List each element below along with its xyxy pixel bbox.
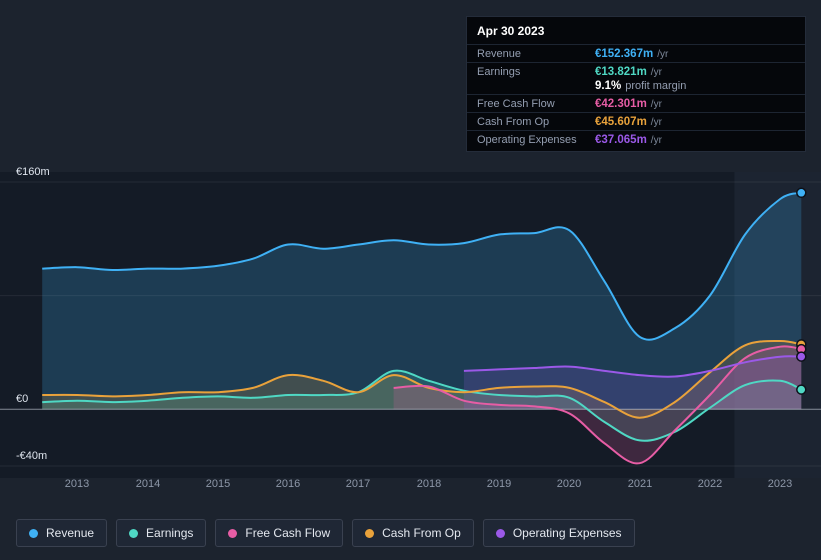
legend-dot <box>29 528 38 538</box>
x-axis-labels: 2013 2014 2015 2016 2017 2018 2019 2020 2021 2022… <box>0 478 821 498</box>
legend-label: Free Cash Flow <box>245 526 331 540</box>
legend-item-cash-from-op[interactable]: Cash From Op <box>352 519 474 547</box>
tooltip-label: Cash From Op <box>477 116 550 128</box>
x-axis-label: 2017 <box>345 478 371 490</box>
tooltip-row-operating-expenses: Operating Expenses €37.065m/yr <box>467 130 805 148</box>
legend-item-operating-expenses[interactable]: Operating Expenses <box>482 519 635 547</box>
legend-item-earnings[interactable]: Earnings <box>116 519 207 547</box>
tooltip-value: €45.607m/yr <box>595 116 662 128</box>
chart-tooltip: Apr 30 2023 Revenue €152.367m/yr Earnings €… <box>466 16 806 152</box>
x-axis-label: 2020 <box>556 478 582 490</box>
tooltip-value: €37.065m/yr <box>595 134 662 146</box>
tooltip-label: Revenue <box>477 48 522 60</box>
x-axis-label: 2016 <box>275 478 301 490</box>
x-axis-label: 2019 <box>486 478 512 490</box>
tooltip-value: €152.367m/yr <box>595 48 669 60</box>
x-axis-label: 2014 <box>135 478 161 490</box>
chart-canvas[interactable] <box>0 160 821 490</box>
chart-area: €160m €0 -€40m 2013 2014 2015 2016 2017 2018 201… <box>0 160 821 505</box>
legend-label: Revenue <box>46 526 95 540</box>
x-axis-label: 2021 <box>627 478 653 490</box>
tooltip-label: Free Cash Flow <box>477 98 555 110</box>
stock-financials-panel: €160m €0 -€40m 2013 2014 2015 2016 2017 2018 201… <box>0 0 821 560</box>
tooltip-row-earnings: Earnings €13.821m/yr <box>467 62 805 80</box>
legend-dot <box>365 528 375 538</box>
legend-item-revenue[interactable]: Revenue <box>16 519 108 547</box>
chart-legend: Revenue Earnings Free Cash Flow Cash From O… <box>16 519 635 547</box>
legend-dot <box>228 528 238 538</box>
tooltip-label: Earnings <box>477 66 521 78</box>
legend-label: Cash From Op <box>382 526 461 540</box>
legend-dot <box>495 528 505 538</box>
tooltip-rows: Revenue €152.367m/yr Earnings €13.821m/yr 9.… <box>467 45 805 148</box>
tooltip-profit-margin: 9.1% profit margin <box>595 80 687 92</box>
x-axis-label: 2018 <box>416 478 442 490</box>
x-axis-label: 2015 <box>205 478 231 490</box>
x-axis-label: 2022 <box>697 478 723 490</box>
x-axis-label: 2013 <box>64 478 90 490</box>
tooltip-date: Apr 30 2023 <box>467 17 805 45</box>
legend-label: Earnings <box>146 526 194 540</box>
legend-dot <box>129 528 139 538</box>
tooltip-row-revenue: Revenue €152.367m/yr <box>467 45 805 62</box>
x-axis-label: 2023 <box>767 478 793 490</box>
tooltip-row-cash-from-op: Cash From Op €45.607m/yr <box>467 112 805 130</box>
tooltip-value: €42.301m/yr <box>595 98 662 110</box>
y-axis-label: €160m <box>16 166 50 178</box>
y-axis-label: -€40m <box>16 450 48 462</box>
legend-label: Operating Expenses <box>512 526 622 540</box>
tooltip-row-free-cash-flow: Free Cash Flow €42.301m/yr <box>467 94 805 112</box>
tooltip-label: Operating Expenses <box>477 134 577 146</box>
y-axis-label: €0 <box>16 393 29 405</box>
tooltip-value: €13.821m/yr <box>595 66 662 78</box>
legend-item-free-cash-flow[interactable]: Free Cash Flow <box>215 519 344 547</box>
